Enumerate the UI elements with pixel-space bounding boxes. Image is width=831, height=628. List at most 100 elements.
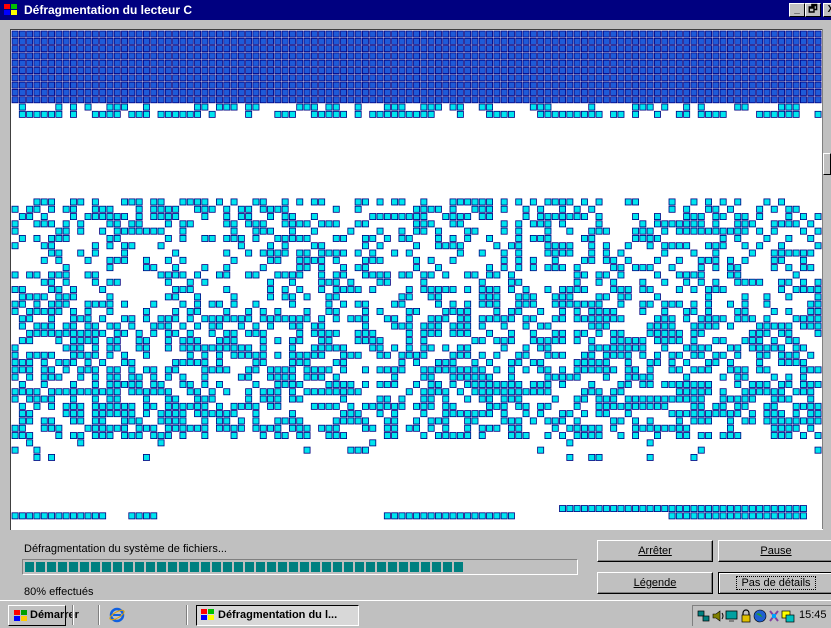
cluster-block [194,96,201,104]
cluster-block [281,59,289,67]
cluster-block [62,220,70,228]
scheduler-icon[interactable] [767,609,781,623]
cluster-block [186,198,194,206]
cluster-block [128,89,136,96]
cluster-block [544,52,552,60]
cluster-block [792,205,800,213]
cluster-block [201,366,209,374]
cluster-block [617,249,625,257]
cluster-block [785,329,793,337]
legend-button[interactable]: Légende [597,572,713,594]
cluster-block [186,278,194,286]
cluster-block [91,344,99,352]
cluster-block [252,45,260,53]
cluster-block [113,373,121,381]
cluster-block [347,67,355,74]
cluster-block [325,37,333,45]
cluster-block [705,322,712,330]
cluster-block [33,234,41,242]
cluster-block [770,424,778,432]
close-button[interactable]: X [823,3,831,17]
cluster-block [310,242,318,250]
monitor-icon[interactable] [725,609,739,623]
cluster-block [259,329,267,337]
cluster-block [807,315,815,323]
cluster-block [303,359,311,366]
cluster-block [142,344,150,352]
cluster-block [376,271,384,279]
cluster-block [719,67,727,74]
scrollbar-thumb[interactable] [823,153,831,175]
cluster-block [318,198,326,206]
cluster-block [405,59,413,67]
cluster-block [252,220,260,228]
cluster-block [215,380,223,388]
cluster-block [551,213,559,220]
cluster-block [434,67,442,74]
cluster-block [398,198,406,206]
cluster-block [354,59,362,67]
cluster-block [354,417,362,425]
cluster-block [376,59,384,67]
cluster-block [288,74,296,82]
cluster-block [383,402,391,410]
display-icon[interactable] [781,609,795,623]
cluster-block [398,300,406,308]
cluster-block [741,103,749,111]
cluster-block [267,67,274,74]
cluster-block [690,366,698,374]
cluster-block [493,74,501,82]
lock-icon[interactable] [739,609,753,623]
cluster-block [274,45,282,53]
cluster-block [223,264,231,272]
cluster-block [792,249,800,257]
cluster-block [559,89,566,96]
cluster-block [230,37,238,45]
cluster-block [354,205,362,213]
cluster-block [683,395,691,403]
internet-explorer-icon[interactable] [109,607,125,623]
taskbar-item-defrag[interactable]: Défragmentation du l... [196,605,359,626]
cluster-block [33,402,41,410]
cluster-block [194,30,201,38]
cluster-block [354,351,362,359]
cluster-block [62,322,70,330]
cluster-block [515,81,523,89]
cluster-block [142,512,150,520]
cluster-block [727,424,734,432]
globe-icon[interactable] [753,609,767,623]
cluster-block [814,286,822,293]
cluster-block [602,67,610,74]
cluster-block [529,293,537,301]
cluster-block [515,264,523,272]
cluster-block [763,74,771,82]
volume-icon[interactable] [711,609,725,623]
restore-button[interactable]: 🗗 [805,3,821,17]
cluster-block [624,359,632,366]
stop-button[interactable]: Arrêter [597,540,713,562]
cluster-block [639,264,647,272]
cluster-block [595,344,603,352]
details-button[interactable]: Pas de détails [718,572,831,594]
cluster-block [128,96,136,104]
title-bar[interactable]: Défragmentation du lecteur C _ 🗗 X [0,0,831,20]
cluster-block [33,351,41,359]
cluster-block [690,45,698,53]
start-button[interactable]: Démarrer [8,605,79,626]
pause-button[interactable]: Pause [718,540,831,562]
cluster-block [785,74,793,82]
network-icon[interactable] [697,609,711,623]
cluster-block [354,315,362,323]
minimize-button[interactable]: _ [789,3,805,17]
cluster-block [150,373,158,381]
cluster-block [150,213,158,220]
cluster-block [800,373,807,381]
cluster-block [778,410,785,418]
cluster-block [230,67,238,74]
cluster-block [18,81,26,89]
cluster-block [456,81,464,89]
cluster-block [741,227,749,235]
vertical-scrollbar[interactable] [822,29,831,529]
progress-bar [22,559,578,575]
cluster-block [274,30,282,38]
